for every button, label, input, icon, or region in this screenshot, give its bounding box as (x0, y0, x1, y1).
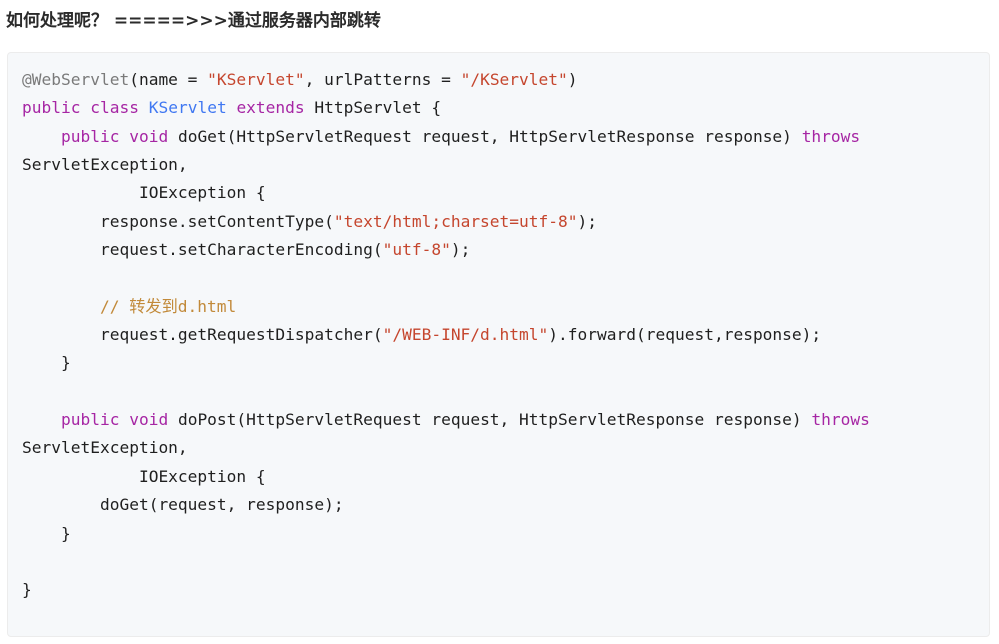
code-token-plain: } (22, 353, 71, 373)
code-token-keyword: throws (811, 410, 870, 430)
code-token-plain: IOException { (22, 183, 266, 203)
code-line: ServletException, (22, 434, 870, 462)
code-line: // 转发到d.html (22, 293, 870, 321)
code-token-plain: doPost(HttpServletRequest request, HttpS… (168, 410, 812, 430)
code-token-plain: doGet(HttpServletRequest request, HttpSe… (168, 126, 802, 146)
code-token-keyword: public (60, 410, 120, 430)
code-token-plain: ).forward(request,response); (548, 325, 822, 345)
code-token-keyword: void (129, 410, 169, 430)
code-token-plain: ServletException, (22, 438, 188, 458)
code-token-plain: IOException { (22, 466, 266, 486)
code-token-annotation: @WebServlet (22, 70, 130, 89)
code-line: @WebServlet(name = "KServlet", urlPatter… (22, 66, 870, 94)
code-line: public void doPost(HttpServletRequest re… (22, 406, 870, 434)
code-token-keyword: public (22, 98, 81, 118)
code-line: } (22, 520, 870, 548)
code-token-keyword: class (90, 98, 139, 118)
code-token-keyword: extends (236, 98, 305, 118)
code-token-plain: ) (567, 70, 578, 89)
code-block: @WebServlet(name = "KServlet", urlPatter… (7, 52, 990, 637)
java-code: @WebServlet(name = "KServlet", urlPatter… (22, 66, 870, 605)
code-line: public class KServlet extends HttpServle… (22, 94, 870, 122)
code-token-string: "/WEB-INF/d.html" (382, 325, 549, 345)
code-line: } (22, 576, 870, 604)
code-token-class-name: KServlet (148, 98, 227, 118)
code-token-plain: ); (450, 240, 471, 260)
code-token-plain: (name = (129, 70, 208, 89)
code-token-string: "/KServlet" (460, 70, 568, 89)
code-line: public void doGet(HttpServletRequest req… (22, 123, 870, 151)
code-line: request.setCharacterEncoding("utf-8"); (22, 236, 870, 264)
code-token-plain: ServletException, (22, 155, 188, 175)
code-token-string: "KServlet" (207, 70, 305, 89)
code-token-plain: HttpServlet { (304, 98, 442, 118)
code-line: } (22, 349, 870, 377)
code-line: request.getRequestDispatcher("/WEB-INF/d… (22, 321, 870, 349)
code-line: IOException { (22, 179, 870, 207)
code-line: response.setContentType("text/html;chars… (22, 208, 870, 236)
code-token-plain: } (22, 523, 71, 543)
code-token-string: "utf-8" (382, 240, 451, 260)
code-token-plain: doGet(request, response); (22, 495, 344, 515)
code-line: doGet(request, response); (22, 491, 870, 519)
code-token-plain: request.setCharacterEncoding( (22, 240, 383, 260)
code-token-string: "text/html;charset=utf-8" (333, 211, 578, 231)
code-line: IOException { (22, 463, 870, 491)
code-token-keyword: throws (801, 126, 861, 146)
code-line: ServletException, (22, 151, 870, 179)
code-token-keyword: void (129, 126, 169, 146)
section-heading: 如何处理呢？ =====>>>通过服务器内部跳转 (6, 11, 381, 31)
code-token-plain: ); (577, 211, 598, 231)
code-token-keyword: public (60, 126, 120, 146)
code-token-comment: // 转发到d.html (99, 296, 237, 316)
code-token-plain: } (22, 580, 32, 600)
code-token-plain: , urlPatterns = (304, 70, 461, 89)
code-token-plain: response.setContentType( (22, 211, 334, 231)
code-token-plain: request.getRequestDispatcher( (22, 325, 383, 345)
